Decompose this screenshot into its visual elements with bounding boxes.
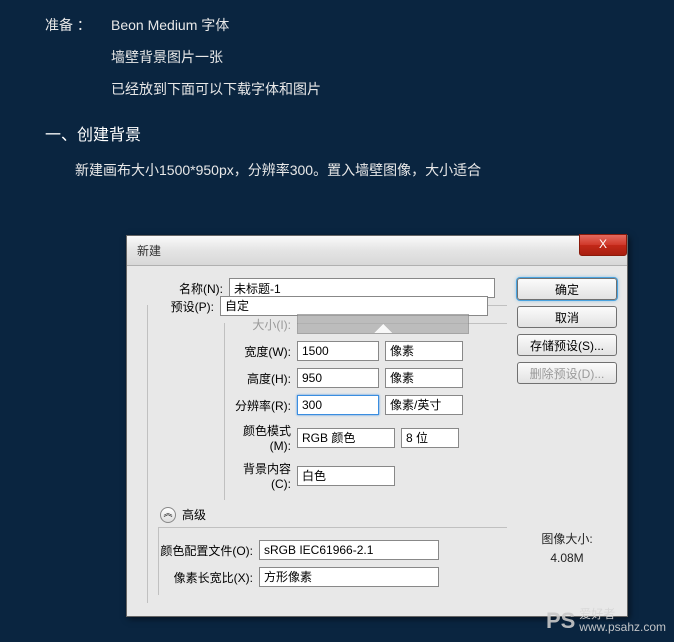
- advanced-toggle[interactable]: ︽: [160, 507, 176, 523]
- preset-label: 预设(P):: [148, 298, 220, 315]
- background-label: 背景内容(C):: [225, 460, 297, 491]
- width-input[interactable]: [297, 341, 379, 361]
- name-input[interactable]: [229, 278, 495, 298]
- new-document-dialog: 新建 X 名称(N): 预设(P): 自定 大小(I):: [126, 235, 628, 617]
- size-select[interactable]: [297, 314, 469, 334]
- resolution-unit-select[interactable]: 像素/英寸: [385, 395, 463, 415]
- preset-select[interactable]: 自定: [220, 296, 488, 316]
- width-unit-select[interactable]: 像素: [385, 341, 463, 361]
- height-input[interactable]: [297, 368, 379, 388]
- image-size-label: 图像大小:: [517, 530, 617, 549]
- resolution-label: 分辨率(R):: [225, 397, 297, 414]
- profile-label: 颜色配置文件(O):: [159, 542, 259, 559]
- cancel-button[interactable]: 取消: [517, 306, 617, 328]
- close-icon: X: [599, 237, 607, 251]
- watermark: PS 爱好者 www.psahz.com: [546, 608, 666, 634]
- advanced-label: 高级: [182, 506, 206, 523]
- watermark-url: www.psahz.com: [579, 621, 666, 634]
- colormode-label: 颜色模式(M):: [225, 422, 297, 453]
- dialog-title: 新建: [137, 242, 161, 259]
- width-label: 宽度(W):: [225, 343, 297, 360]
- profile-select[interactable]: sRGB IEC61966-2.1: [259, 540, 439, 560]
- bits-select[interactable]: 8 位: [401, 428, 459, 448]
- resolution-input[interactable]: [297, 395, 379, 415]
- dialog-titlebar: 新建 X: [127, 236, 627, 266]
- chevron-up-icon: ︽: [163, 509, 172, 518]
- watermark-chars: 爱好者: [579, 608, 666, 621]
- aspect-select[interactable]: 方形像素: [259, 567, 439, 587]
- section-desc: 新建画布大小1500*950px，分辨率300。置入墙壁图像，大小适合: [45, 160, 629, 180]
- size-label: 大小(I):: [225, 316, 297, 333]
- prep-item-0: Beon Medium 字体: [111, 15, 229, 35]
- prep-item-1: 墙壁背景图片一张: [45, 47, 629, 67]
- colormode-select[interactable]: RGB 颜色: [297, 428, 395, 448]
- close-button[interactable]: X: [579, 234, 627, 256]
- height-label: 高度(H):: [225, 370, 297, 387]
- save-preset-button[interactable]: 存储预设(S)...: [517, 334, 617, 356]
- height-unit-select[interactable]: 像素: [385, 368, 463, 388]
- watermark-logo: PS: [546, 608, 575, 634]
- delete-preset-button[interactable]: 删除预设(D)...: [517, 362, 617, 384]
- image-size-value: 4.08M: [517, 549, 617, 568]
- aspect-label: 像素长宽比(X):: [159, 569, 259, 586]
- section-title: 一、创建背景: [45, 121, 629, 145]
- name-label: 名称(N):: [137, 280, 229, 297]
- prep-label: 准备 ：: [45, 15, 101, 35]
- prep-item-2: 已经放到下面可以下载字体和图片: [45, 79, 629, 99]
- ok-button[interactable]: 确定: [517, 278, 617, 300]
- background-select[interactable]: 白色: [297, 466, 395, 486]
